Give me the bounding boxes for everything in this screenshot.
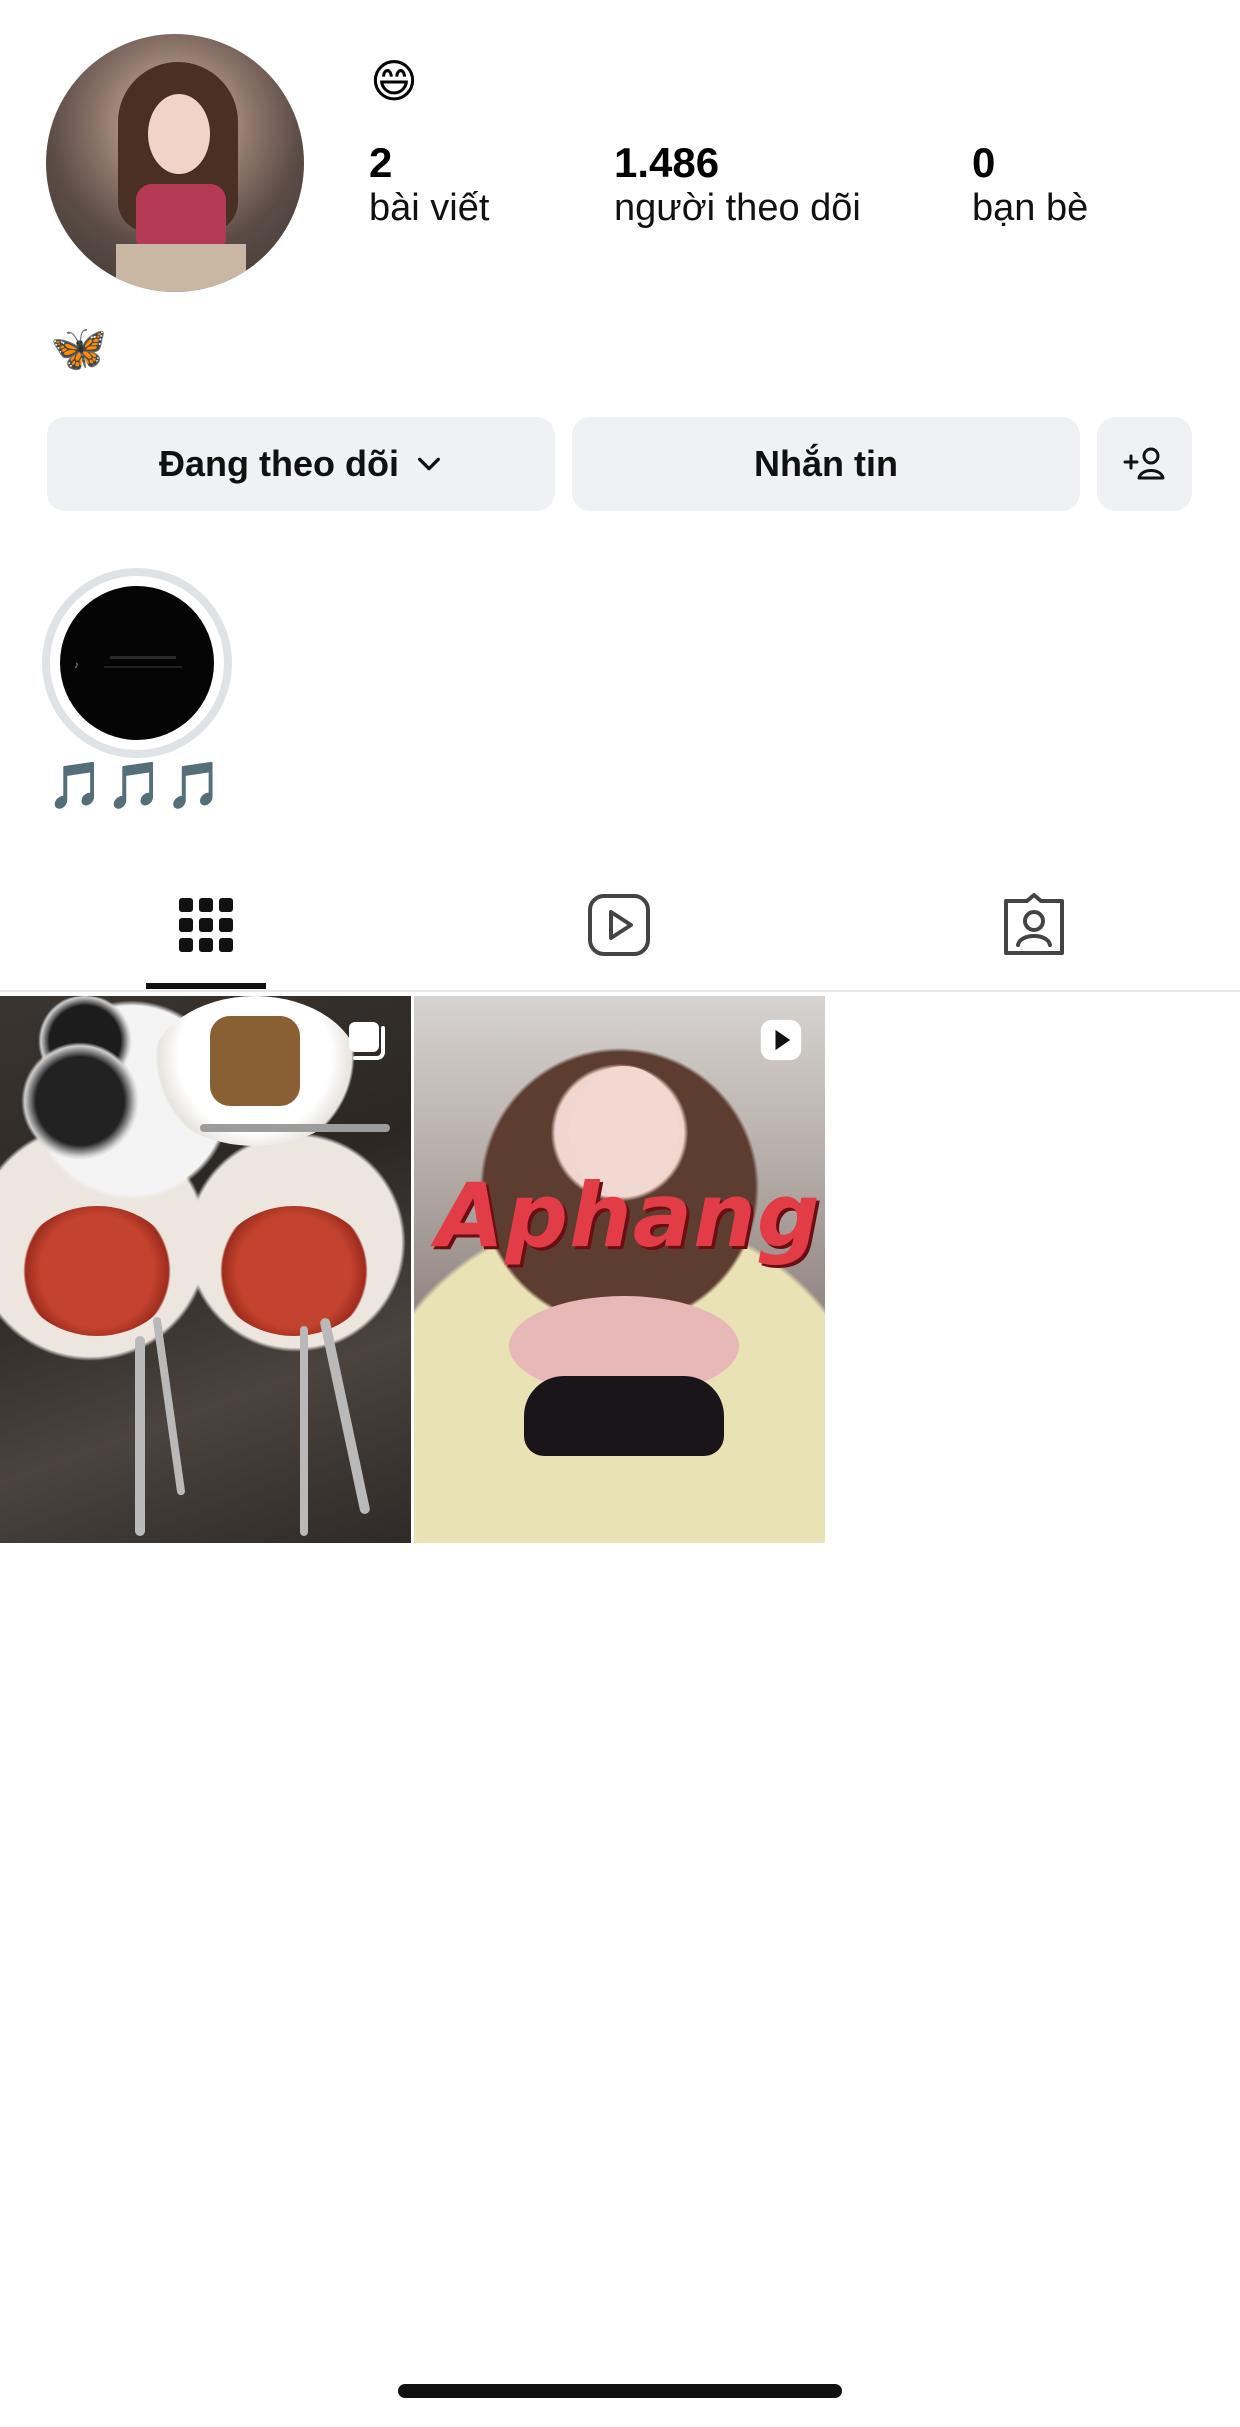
following-button[interactable]: Đang theo dõi <box>47 417 555 511</box>
grid-icon <box>179 898 233 952</box>
video-watermark: Aphang <box>436 1164 821 1267</box>
friends-count: 0 <box>972 139 996 186</box>
followers-label: người theo dõi <box>614 187 861 230</box>
home-indicator[interactable] <box>398 2384 842 2398</box>
person-clothing <box>524 1376 724 1456</box>
watermark-text: Aphang <box>436 1164 821 1267</box>
cover-text-line <box>104 666 182 668</box>
message-button-label: Nhắn tin <box>754 443 898 484</box>
friends-stat[interactable]: 0 bạn bè <box>972 139 1089 232</box>
chevron-down-icon <box>418 457 440 471</box>
play-icon <box>759 1018 803 1062</box>
pasta-plate <box>215 1206 373 1336</box>
avatar-skirt <box>116 244 246 292</box>
reels-icon <box>588 894 650 956</box>
drink-cup <box>15 1036 145 1166</box>
tab-tagged[interactable] <box>964 880 1104 970</box>
fork <box>152 1316 186 1496</box>
tab-divider <box>0 990 1240 992</box>
food <box>210 1016 300 1106</box>
followers-count: 1.486 <box>614 139 720 186</box>
followers-stat[interactable]: 1.486 người theo dõi <box>614 139 861 232</box>
pasta-plate <box>18 1206 176 1336</box>
story-highlight-label: 🎵🎵🎵 <box>47 759 225 811</box>
posts-label: bài viết <box>369 187 490 230</box>
status-emoji: 😄 <box>370 55 418 107</box>
add-user-icon <box>1123 447 1164 480</box>
spoon <box>135 1336 145 1536</box>
post-thumbnail[interactable] <box>0 996 411 1543</box>
knife <box>200 1124 390 1132</box>
story-highlight-cover: ♪ <box>60 586 214 740</box>
tiktok-logo-icon: ♪ <box>74 660 79 671</box>
post-thumbnail[interactable]: Aphang <box>414 996 825 1543</box>
tagged-icon <box>1004 893 1064 955</box>
fork <box>300 1326 308 1536</box>
cover-text-line <box>110 656 176 659</box>
story-highlight[interactable]: ♪ <box>42 568 232 758</box>
tab-grid[interactable] <box>136 880 276 970</box>
avatar-face <box>148 94 210 174</box>
multiple-posts-icon <box>345 1018 389 1062</box>
following-button-label: Đang theo dõi <box>159 443 399 484</box>
posts-stat[interactable]: 2 bài viết <box>369 139 490 232</box>
tab-reels[interactable] <box>549 880 689 970</box>
active-tab-indicator <box>146 983 266 989</box>
profile-avatar[interactable] <box>46 34 304 292</box>
posts-count: 2 <box>369 139 393 186</box>
bio-text: 🦋 <box>50 322 108 374</box>
spoon <box>319 1317 371 1515</box>
friends-label: bạn bè <box>972 187 1089 230</box>
add-user-button[interactable] <box>1097 417 1192 511</box>
message-button[interactable]: Nhắn tin <box>572 417 1080 511</box>
